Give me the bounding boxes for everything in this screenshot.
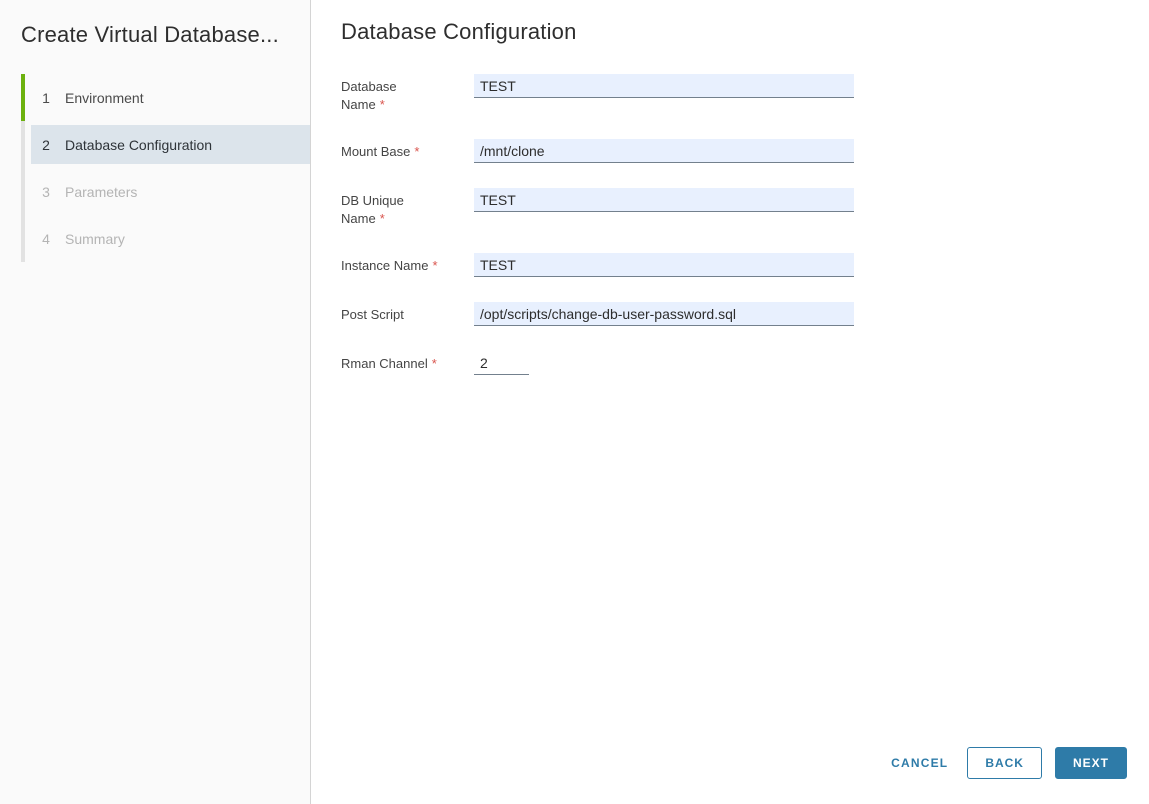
step-number: 1 [42, 89, 50, 106]
rman-channel-label: Rman Channel * [341, 356, 437, 371]
step-progress-bar [21, 168, 25, 215]
mount-base-input[interactable] [474, 139, 854, 163]
field-row-instance-name: Instance Name * [341, 253, 1127, 277]
instance-name-label: Instance Name * [341, 258, 438, 273]
step-label: Environment [65, 89, 144, 106]
post-script-label: Post Script [341, 307, 404, 322]
step-progress-bar [21, 215, 25, 262]
step-number: 2 [42, 136, 50, 153]
wizard-footer: CANCEL BACK NEXT [341, 747, 1127, 779]
db-unique-name-input[interactable] [474, 188, 854, 212]
field-row-mount-base: Mount Base * [341, 139, 1127, 163]
step-label: Summary [65, 230, 125, 247]
sidebar-step-database-configuration[interactable]: 2 Database Configuration [21, 121, 310, 168]
wizard-title: Create Virtual Database... [21, 22, 279, 47]
field-row-rman-channel: Rman Channel * [341, 351, 1127, 375]
field-row-post-script: Post Script [341, 302, 1127, 326]
page-title: Database Configuration [341, 19, 577, 44]
wizard-steps: 1 Environment 2 Database Configuration 3… [21, 74, 310, 262]
wizard-sidebar: Create Virtual Database... 1 Environment… [0, 0, 311, 804]
required-marker: * [432, 258, 438, 273]
create-vdb-wizard: Create Virtual Database... 1 Environment… [0, 0, 1149, 804]
post-script-input[interactable] [474, 302, 854, 326]
required-marker: * [414, 144, 420, 159]
sidebar-step-summary: 4 Summary [21, 215, 310, 262]
step-label: Database Configuration [65, 136, 213, 153]
step-number: 4 [42, 230, 50, 247]
database-name-label: Database Name * [341, 79, 397, 112]
required-marker: * [431, 356, 437, 371]
step-label: Parameters [65, 183, 138, 200]
field-row-database-name: Database Name * [341, 74, 1127, 114]
required-marker: * [379, 97, 385, 112]
database-name-input[interactable] [474, 74, 854, 98]
db-unique-name-label: DB Unique Name * [341, 193, 404, 226]
field-row-db-unique-name: DB Unique Name * [341, 188, 1127, 228]
mount-base-label: Mount Base * [341, 144, 420, 159]
cancel-button[interactable]: CANCEL [883, 747, 956, 779]
back-button[interactable]: BACK [967, 747, 1042, 779]
wizard-main-panel: Database Configuration Database Name* Mo… [311, 0, 1149, 804]
sidebar-step-environment[interactable]: 1 Environment [21, 74, 310, 121]
rman-channel-input[interactable] [474, 351, 529, 375]
sidebar-step-parameters: 3 Parameters [21, 168, 310, 215]
step-progress-bar [21, 74, 25, 121]
step-progress-bar [21, 121, 25, 168]
instance-name-input[interactable] [474, 253, 854, 277]
next-button[interactable]: NEXT [1054, 747, 1127, 779]
required-marker: * [379, 211, 385, 226]
step-number: 3 [42, 183, 50, 200]
database-configuration-form: Database Name* Mount Base* DB Unique [341, 74, 1127, 400]
